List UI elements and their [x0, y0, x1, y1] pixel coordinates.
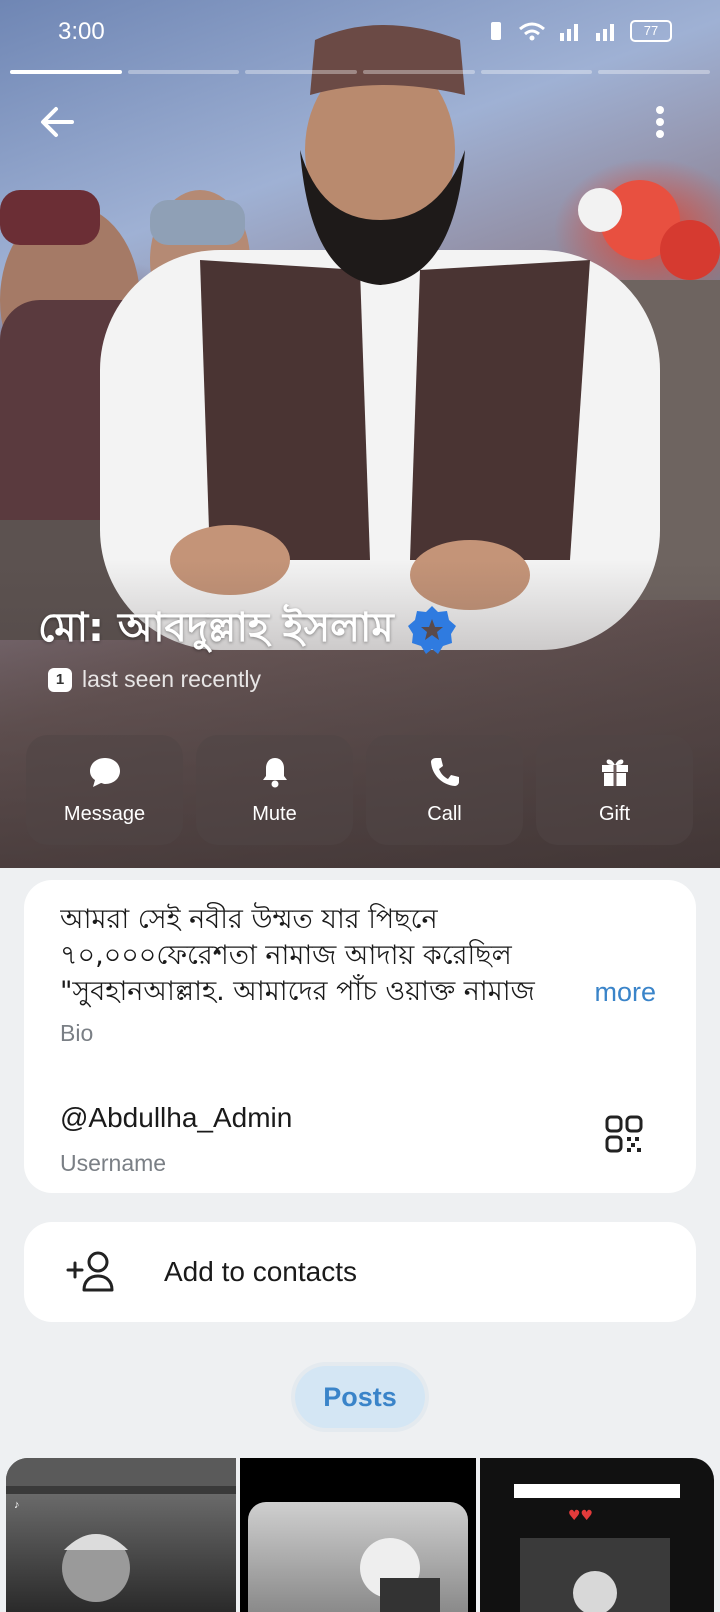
bio-more-link[interactable]: more [554, 974, 656, 1010]
qr-code-icon[interactable] [604, 1114, 644, 1154]
add-to-contacts-label: Add to contacts [164, 1256, 358, 1287]
status-icons: 77 [486, 20, 672, 42]
post-thumbnail[interactable]: ♪ [6, 1458, 236, 1612]
bio-label: Bio [60, 1020, 94, 1046]
gift-button[interactable]: Gift [536, 735, 693, 845]
story-count-badge[interactable]: 1 [48, 667, 72, 692]
signal-icon [560, 24, 578, 41]
profile-name-row: মো: আবদুল্লাহ ইসলাম [38, 596, 458, 663]
story-segment [363, 70, 475, 74]
battery-indicator: 77 [630, 20, 672, 42]
phone-icon [430, 757, 459, 786]
story-segment [480, 70, 593, 74]
posts-grid: ♪ ♥♥ [0, 1458, 720, 1612]
call-button-label: Call [427, 802, 462, 825]
story-segment [245, 70, 358, 74]
info-card: আমরা সেই নবীর উম্মত যার পিছনে ৭০,০০০ফেরে… [24, 880, 696, 1193]
post-thumbnail[interactable] [240, 1458, 476, 1612]
gift-button-label: Gift [598, 802, 631, 825]
story-segment [10, 70, 122, 74]
bio-line: আমরা সেই নবীর উম্মত যার পিছনে [60, 904, 438, 935]
wifi-icon [519, 22, 545, 41]
story-segment [127, 70, 240, 74]
username-label: Username [60, 1150, 167, 1176]
profile-header: 3:00 77 মো: আবদুল্লাহ ইসলাম 1 last seen … [0, 0, 720, 868]
message-button-label: Message [63, 802, 146, 825]
bio-line: ৭০,০০০ফেরেশতা নামাজ আদায় করেছিল [60, 940, 512, 971]
status-bar: 3:00 77 [0, 0, 720, 64]
message-icon [89, 757, 120, 787]
add-to-contacts-button[interactable]: Add to contacts [24, 1222, 696, 1322]
status-time: 3:00 [58, 18, 105, 45]
username[interactable]: @Abdullha_Admin [60, 1102, 292, 1134]
story-progress [10, 70, 711, 74]
verified-badge-icon[interactable] [406, 604, 458, 656]
vibrate-icon [491, 22, 501, 40]
call-button[interactable]: Call [366, 735, 523, 845]
message-button[interactable]: Message [26, 735, 183, 845]
mute-button-label: Mute [252, 802, 297, 825]
post-thumbnail[interactable]: ♥♥ [480, 1458, 714, 1612]
story-segment [598, 70, 711, 74]
signal-icon-2 [596, 24, 614, 41]
gift-icon [601, 759, 628, 786]
add-person-icon [66, 1251, 114, 1292]
last-seen-text: last seen recently [82, 666, 261, 692]
more-vert-icon[interactable] [648, 100, 672, 144]
bell-icon [262, 757, 287, 787]
last-seen-row: 1 last seen recently [48, 666, 261, 693]
tab-posts[interactable]: Posts [295, 1366, 425, 1428]
mute-button[interactable]: Mute [196, 735, 353, 845]
svg-text:♥♥: ♥♥ [568, 1508, 593, 1524]
svg-text:♪: ♪ [14, 1499, 20, 1511]
back-arrow-icon[interactable] [36, 100, 80, 144]
profile-name: মো: আবদুল্লাহ ইসলাম [38, 605, 394, 651]
profile-actions: Message Mute Call Gift [26, 735, 693, 845]
